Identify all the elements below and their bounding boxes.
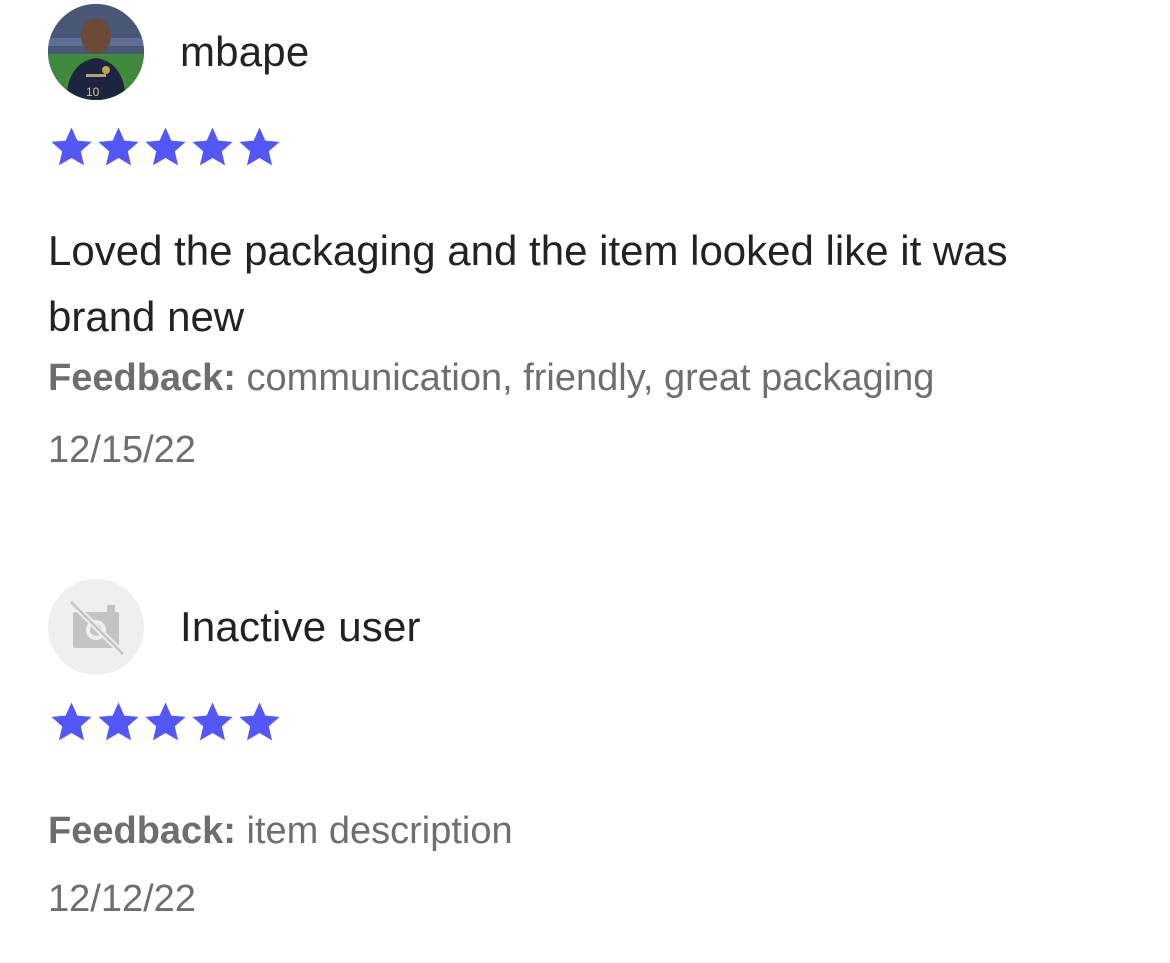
feedback-label: Feedback: bbox=[48, 357, 236, 399]
review-item: 10 mbape Loved the packaging and the ite… bbox=[48, 4, 1130, 476]
star-icon bbox=[98, 702, 139, 741]
review-header: Inactive user bbox=[48, 579, 1130, 675]
star-icon bbox=[98, 127, 139, 166]
feedback-label: Feedback: bbox=[48, 810, 236, 852]
review-date: 12/15/22 bbox=[48, 429, 196, 471]
avatar[interactable] bbox=[48, 579, 144, 675]
svg-text:10: 10 bbox=[86, 85, 100, 99]
star-rating bbox=[48, 124, 1130, 170]
star-icon bbox=[145, 127, 186, 166]
star-icon bbox=[239, 702, 280, 741]
username[interactable]: Inactive user bbox=[180, 606, 421, 648]
review-item: Inactive user Feedback: item description… bbox=[48, 579, 1130, 925]
review-text: Loved the packaging and the item looked … bbox=[48, 227, 1008, 340]
star-rating bbox=[48, 699, 1130, 745]
no-photo-icon bbox=[68, 599, 126, 657]
feedback-line: Feedback: communication, friendly, great… bbox=[48, 352, 1130, 404]
avatar[interactable]: 10 bbox=[48, 4, 144, 100]
feedback-value: communication, friendly, great packaging bbox=[235, 357, 935, 399]
star-icon bbox=[192, 127, 233, 166]
feedback-value: item description bbox=[235, 810, 513, 852]
star-icon bbox=[145, 702, 186, 741]
user-photo-icon: 10 bbox=[48, 4, 144, 100]
feedback-line: Feedback: item description bbox=[48, 805, 1130, 857]
star-icon bbox=[51, 702, 92, 741]
review-date: 12/12/22 bbox=[48, 878, 196, 920]
username[interactable]: mbape bbox=[180, 31, 309, 73]
star-icon bbox=[239, 127, 280, 166]
star-icon bbox=[51, 127, 92, 166]
review-header: 10 mbape bbox=[48, 4, 1130, 100]
star-icon bbox=[192, 702, 233, 741]
